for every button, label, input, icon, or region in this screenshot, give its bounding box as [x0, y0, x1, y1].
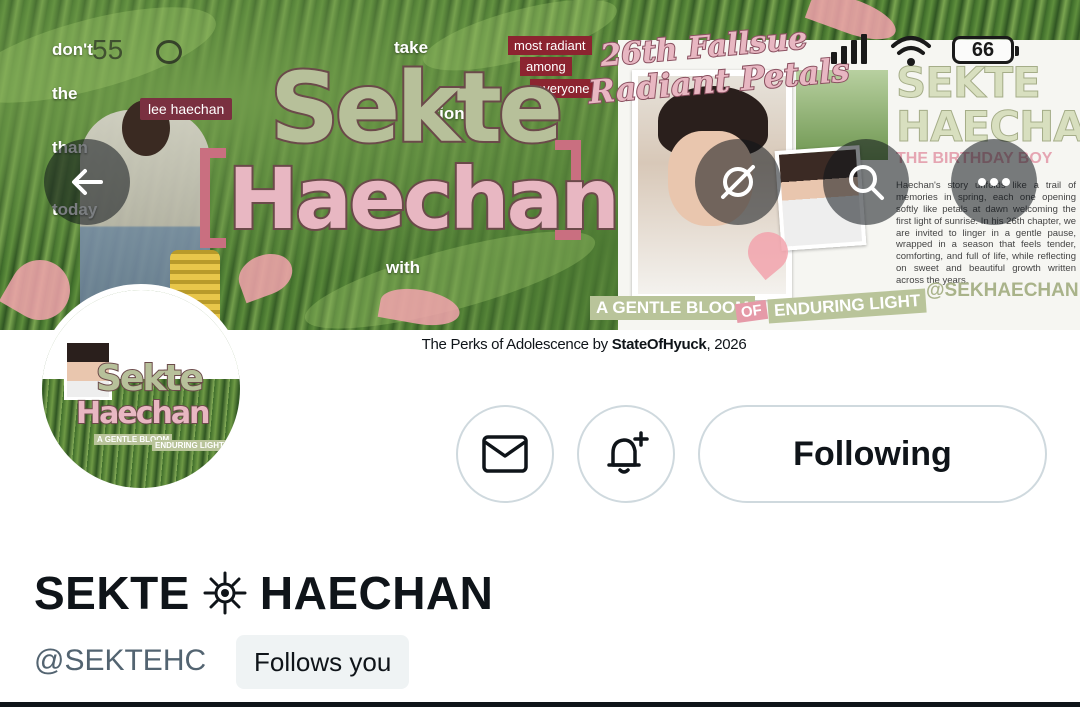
arrow-left-icon	[72, 169, 103, 195]
profile-banner[interactable]: don't the than today take motion with mo…	[0, 0, 1080, 330]
bottom-edge	[0, 702, 1080, 707]
search-icon	[849, 165, 884, 200]
following-button[interactable]: Following	[698, 405, 1047, 503]
envelope-icon	[482, 435, 528, 473]
tagline-part-a: A GENTLE BLOOM	[590, 296, 756, 320]
display-name-part2: HAECHAN	[259, 567, 494, 619]
signal-icon	[831, 34, 931, 66]
petal-decoration	[232, 246, 299, 304]
banner-word: with	[386, 258, 420, 277]
bell-plus-icon	[607, 431, 649, 474]
avatar-title-main: Sekte	[95, 357, 205, 400]
avatar-title-sub: Haechan	[75, 395, 211, 432]
avatar-tag-b: ENDURING LIGHT	[152, 440, 227, 451]
avatar[interactable]: Sekte Haechan A GENTLE BLOOM ENDURING LI…	[36, 284, 246, 494]
caption-prefix: The Perks of Adolescence by	[421, 336, 612, 353]
poster-handle: @SEKHAECHAN	[926, 280, 1079, 301]
follows-you-badge: Follows you	[236, 635, 410, 689]
display-name: SEKTE HAECHAN	[34, 566, 493, 620]
back-button[interactable]	[44, 139, 130, 225]
title-bracket-left	[200, 148, 226, 248]
caption-author: StateOfHyuck	[611, 336, 707, 353]
sun-emoji-icon	[202, 570, 248, 616]
banner-word: the	[52, 84, 78, 103]
more-horizontal-icon	[978, 178, 1010, 186]
message-button[interactable]	[456, 405, 554, 503]
profile-handle: @SEKTEHC	[34, 644, 207, 677]
banner-word: don't	[52, 40, 93, 59]
notifications-button[interactable]	[577, 405, 675, 503]
chat-notification-icon	[156, 40, 182, 64]
display-name-part1: SEKTE	[34, 567, 190, 619]
more-options-button[interactable]	[951, 139, 1037, 225]
battery-indicator: 66	[952, 36, 1019, 64]
banner-title-sub: Haechan	[226, 148, 622, 250]
search-button[interactable]	[823, 139, 909, 225]
avatar-image: Sekte Haechan A GENTLE BLOOM ENDURING LI…	[42, 290, 240, 488]
status-time: 55	[92, 34, 124, 65]
grok-button[interactable]	[695, 139, 781, 225]
banner-title-main: Sekte	[268, 50, 565, 166]
banner-name-tag: lee haechan	[140, 98, 233, 120]
grok-icon	[721, 165, 755, 199]
caption-suffix: , 2026	[706, 336, 747, 353]
